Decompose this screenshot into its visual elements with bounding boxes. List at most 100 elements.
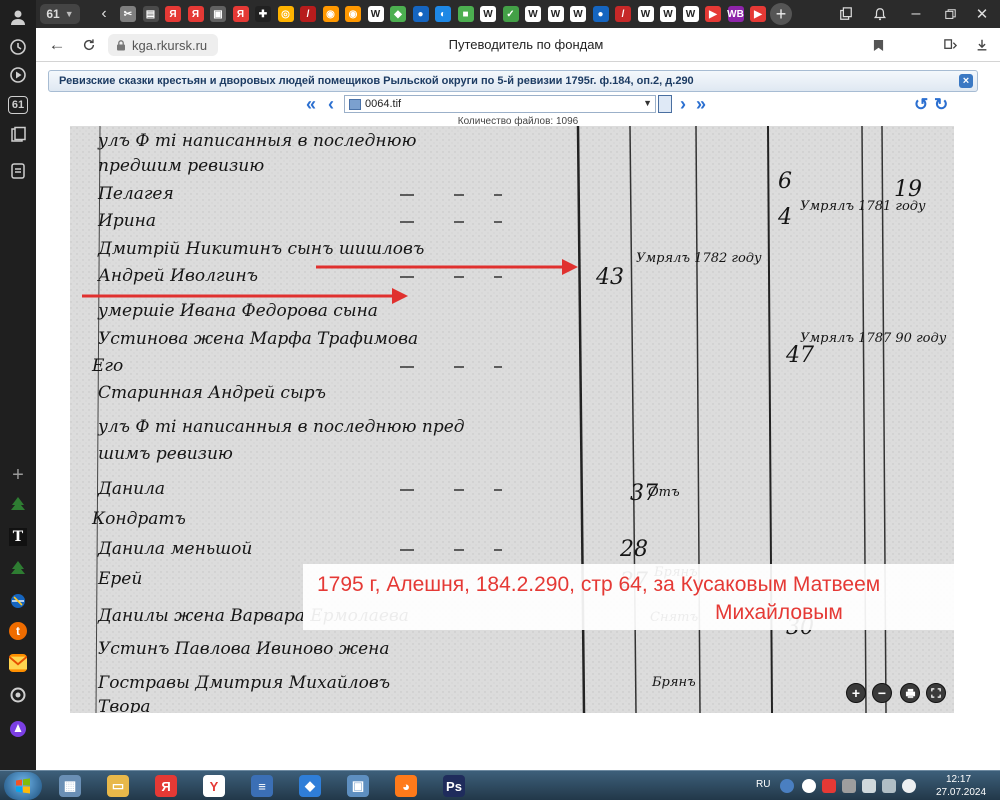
start-button[interactable] (4, 772, 42, 800)
rotate-right-icon[interactable]: ↻ (934, 96, 952, 114)
tab-favicon-5[interactable]: ▣ (210, 6, 226, 22)
globe-app-icon[interactable] (4, 588, 32, 614)
next-page-icon[interactable]: › (680, 95, 686, 113)
history-icon[interactable] (4, 34, 32, 60)
tab-favicon-24[interactable]: W (637, 6, 654, 22)
yandex-disk-tray-icon[interactable] (822, 779, 836, 793)
manuscript-image[interactable]: улъ Ф тi написанныя в последнюю предшим р… (70, 126, 954, 713)
tabs-counter: 61 (8, 96, 28, 114)
new-tab-button[interactable]: + (770, 3, 792, 25)
language-indicator[interactable]: RU (756, 779, 770, 790)
taskbar-yandex-browser[interactable]: Y (196, 773, 232, 799)
tab-favicon-28[interactable]: WB (727, 6, 744, 22)
alice-icon[interactable] (4, 716, 32, 742)
tab-scroll-left-icon[interactable]: ‹ (96, 4, 112, 24)
tab-favicon-23[interactable]: / (615, 6, 631, 22)
fullscreen-icon[interactable] (926, 683, 946, 703)
taskbar-firefox[interactable]: ◕ (388, 773, 424, 799)
tab-favicon-8[interactable]: ◎ (277, 6, 294, 22)
tab-favicon-7[interactable]: ✚ (255, 6, 271, 22)
tab-manager-icon[interactable] (836, 4, 856, 24)
taskbar-document-icon: ≡ (251, 775, 273, 797)
taskbar-paint-icon: ◆ (299, 775, 321, 797)
last-page-icon[interactable]: » (696, 95, 706, 113)
tab-favicon-1[interactable]: ✂ (120, 6, 136, 22)
tab-favicon-2[interactable]: ▤ (142, 6, 159, 22)
tab-favicon-19[interactable]: W (525, 6, 541, 22)
print-icon[interactable] (900, 683, 920, 703)
file-select[interactable]: 0064.tif ▼ (344, 95, 656, 113)
close-document-button[interactable]: × (959, 74, 973, 88)
notifications-icon[interactable] (870, 4, 890, 24)
t-orange-app-icon[interactable]: t (4, 618, 32, 644)
taskbar-calculator[interactable]: ▦ (52, 773, 88, 799)
restore-button[interactable] (940, 4, 960, 24)
tab-favicon-16[interactable]: ■ (457, 6, 474, 22)
volume-tray-icon[interactable] (882, 779, 896, 793)
flag-tray-icon[interactable] (842, 779, 856, 793)
add-panel-icon[interactable]: + (4, 462, 32, 488)
rotate-left-icon[interactable]: ↺ (914, 96, 932, 114)
circle-app-icon[interactable] (4, 682, 32, 708)
taskbar-document[interactable]: ≡ (244, 773, 280, 799)
minimize-button[interactable]: – (906, 4, 926, 24)
tab-favicon-11[interactable]: ◉ (345, 6, 361, 22)
clock-time[interactable]: 12:17 (946, 774, 971, 785)
reload-button[interactable] (78, 35, 100, 55)
zoom-out-button[interactable]: − (872, 683, 892, 703)
manuscript-line: Ирина (97, 211, 156, 231)
tab-favicon-20[interactable]: W (547, 6, 564, 22)
taskbar-photoshop[interactable]: Ps (436, 773, 472, 799)
clock-date[interactable]: 27.07.2024 (936, 787, 986, 798)
page-list-icon[interactable] (658, 95, 672, 113)
tab-favicon-14[interactable]: ● (412, 6, 429, 22)
downloads-icon[interactable] (972, 35, 992, 55)
back-button[interactable]: ← (46, 35, 68, 55)
yandex-tray-icon[interactable] (802, 779, 816, 793)
media-play-icon[interactable] (4, 62, 32, 88)
tree-app-icon-2[interactable] (4, 556, 32, 582)
tab-favicon-15[interactable]: ◐ (435, 6, 451, 22)
tab-favicon-21[interactable]: W (570, 6, 586, 22)
taskbar-file-explorer[interactable]: ▭ (100, 773, 136, 799)
tab-favicon-12[interactable]: W (367, 6, 384, 22)
tab-favicon-4[interactable]: Я (187, 6, 204, 22)
tree-app-icon[interactable] (4, 492, 32, 518)
taskbar-yandex[interactable]: Я (148, 773, 184, 799)
tab-favicon-6[interactable]: Я (232, 6, 249, 22)
tab-favicon-29[interactable]: ▶ (750, 6, 766, 22)
tab-favicon-18[interactable]: ✓ (502, 6, 519, 22)
tabs-counter-button[interactable]: 61 (4, 92, 32, 118)
tab-favicon-25[interactable]: W (660, 6, 676, 22)
bookmark-icon[interactable] (868, 35, 888, 55)
tab-favicon-26[interactable]: W (682, 6, 699, 22)
tab-favicon-9[interactable]: / (300, 6, 316, 22)
reader-mode-icon[interactable] (940, 35, 960, 55)
display-tray-icon[interactable] (862, 779, 876, 793)
collections-icon[interactable] (4, 122, 32, 148)
network-tray-icon[interactable] (780, 779, 794, 793)
notes-icon[interactable] (4, 158, 32, 184)
tab-favicon-27[interactable]: ▶ (705, 6, 721, 22)
tab-favicon-17[interactable]: W (480, 6, 496, 22)
mail-app-icon[interactable] (4, 650, 32, 676)
taskbar-paint[interactable]: ◆ (292, 773, 328, 799)
manuscript-line: улъ Ф тi написанныя в последнюю пред (97, 417, 465, 437)
url-field[interactable]: kga.rkursk.ru (108, 34, 218, 56)
browser-side-panel: 61 + T t (0, 0, 36, 770)
previous-page-icon[interactable]: ‹ (328, 95, 334, 113)
tab-favicon-10[interactable]: ◉ (322, 6, 339, 22)
profile-icon[interactable] (4, 4, 32, 30)
tab-favicon-13[interactable]: ◆ (390, 6, 406, 22)
first-page-icon[interactable]: « (306, 95, 316, 113)
zoom-in-button[interactable]: + (846, 683, 866, 703)
sound-tray-icon[interactable] (902, 779, 916, 793)
tab-count-button[interactable]: 61 ▼ (40, 4, 80, 24)
manuscript-side-note: Умрялъ 1781 году (800, 199, 926, 214)
close-window-button[interactable]: ✕ (972, 4, 992, 24)
manuscript-side-note: Брянъ (651, 675, 696, 690)
taskbar-image-viewer[interactable]: ▣ (340, 773, 376, 799)
tab-favicon-3[interactable]: Я (165, 6, 181, 22)
tab-favicon-22[interactable]: ● (592, 6, 609, 22)
t-app-icon[interactable]: T (4, 524, 32, 550)
